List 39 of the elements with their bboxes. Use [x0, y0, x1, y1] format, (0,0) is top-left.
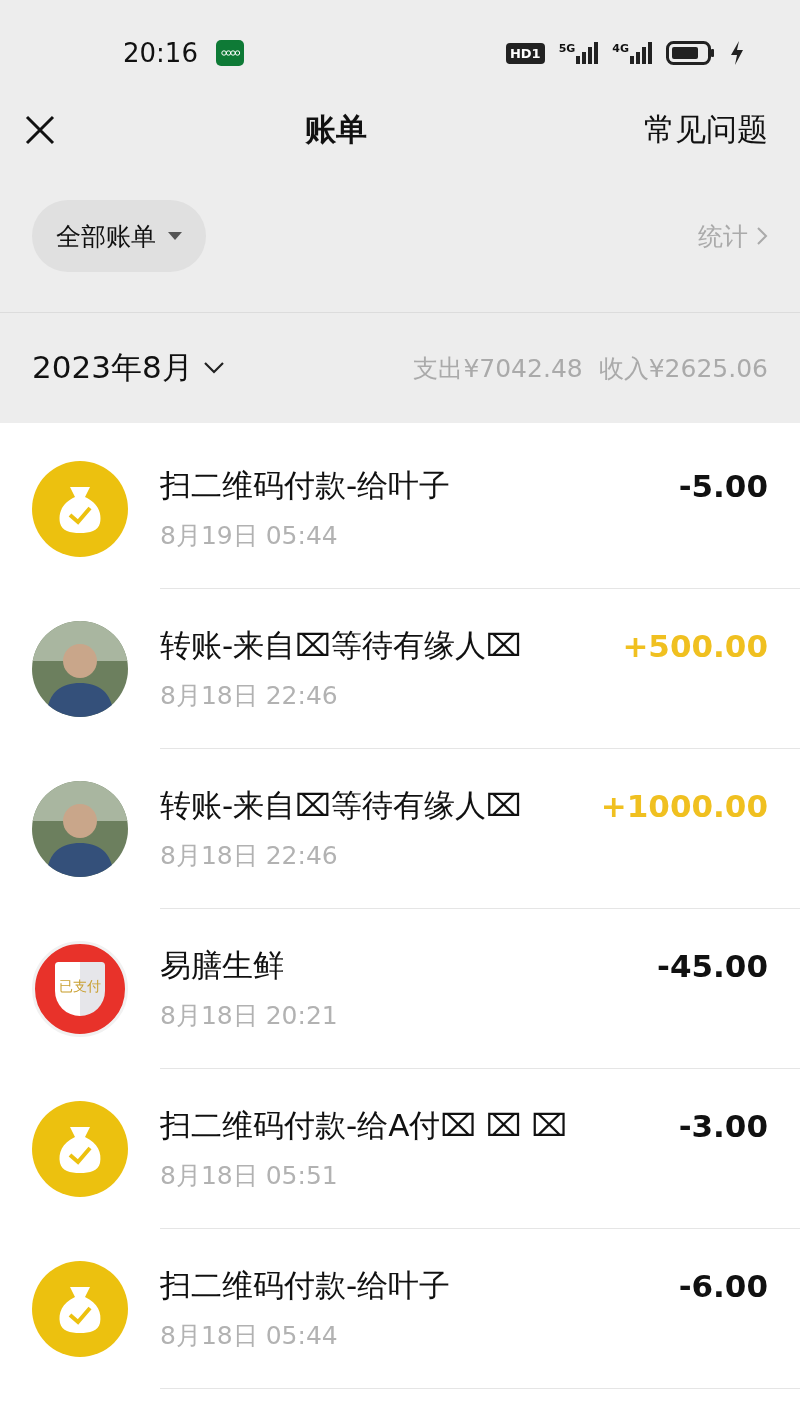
chevron-down-icon [202, 361, 225, 375]
transaction-amount: -3.00 [678, 1108, 768, 1144]
chevron-right-icon [756, 226, 768, 246]
page-title: 账单 [305, 110, 367, 149]
transaction-time: 8月18日 22:46 [160, 840, 339, 872]
money-bag-icon [32, 461, 128, 557]
money-bag-icon [32, 1261, 128, 1357]
expense-total: 支出¥7042.48 [413, 352, 583, 385]
transaction-amount: -45.00 [657, 948, 768, 984]
transaction-time: 8月18日 05:51 [160, 1160, 339, 1192]
app-icon [215, 40, 244, 66]
close-button[interactable] [24, 114, 56, 146]
transaction-time: 8月19日 05:44 [160, 520, 339, 552]
transaction-title: 转账-来自⌧等待有缘人⌧ [160, 626, 522, 665]
battery-icon [666, 41, 716, 65]
dropdown-caret-icon [168, 232, 182, 240]
paid-shield-icon: 已支付 [32, 941, 128, 1037]
transaction-title: 扫二维码付款-给叶子 [160, 1266, 451, 1305]
signal-5g-indicator: 5G [558, 42, 599, 64]
transaction-amount: -6.00 [678, 1268, 768, 1304]
transaction-title: 转账-来自⌧等待有缘人⌧ [160, 786, 522, 825]
transaction-time: 8月18日 22:46 [160, 680, 339, 712]
money-bag-icon [32, 1101, 128, 1197]
transaction-time: 8月18日 05:44 [160, 1320, 339, 1352]
charging-icon [730, 41, 744, 65]
transaction-amount: -5.00 [678, 468, 768, 504]
transaction-amount: +1000.00 [600, 788, 768, 824]
faq-link[interactable]: 常见问题 [644, 109, 768, 151]
income-total: 收入¥2625.06 [598, 352, 768, 385]
transaction-time: 8月18日 20:21 [160, 1000, 339, 1032]
transaction-title: 扫二维码付款-给A付⌧ ⌧ ⌧ [160, 1106, 568, 1145]
transaction-amount: +500.00 [622, 628, 768, 664]
month-selector[interactable]: 2023年8月 [32, 347, 225, 389]
hd-indicator: HD1 [505, 42, 545, 64]
bill-filter-dropdown[interactable]: 全部账单 [32, 200, 206, 272]
transaction-title: 易膳生鲜 [160, 946, 284, 985]
signal-4g-indicator: 4G [612, 42, 652, 64]
transaction-title: 扫二维码付款-给叶子 [160, 466, 451, 505]
status-time: 20:16 [123, 38, 198, 68]
